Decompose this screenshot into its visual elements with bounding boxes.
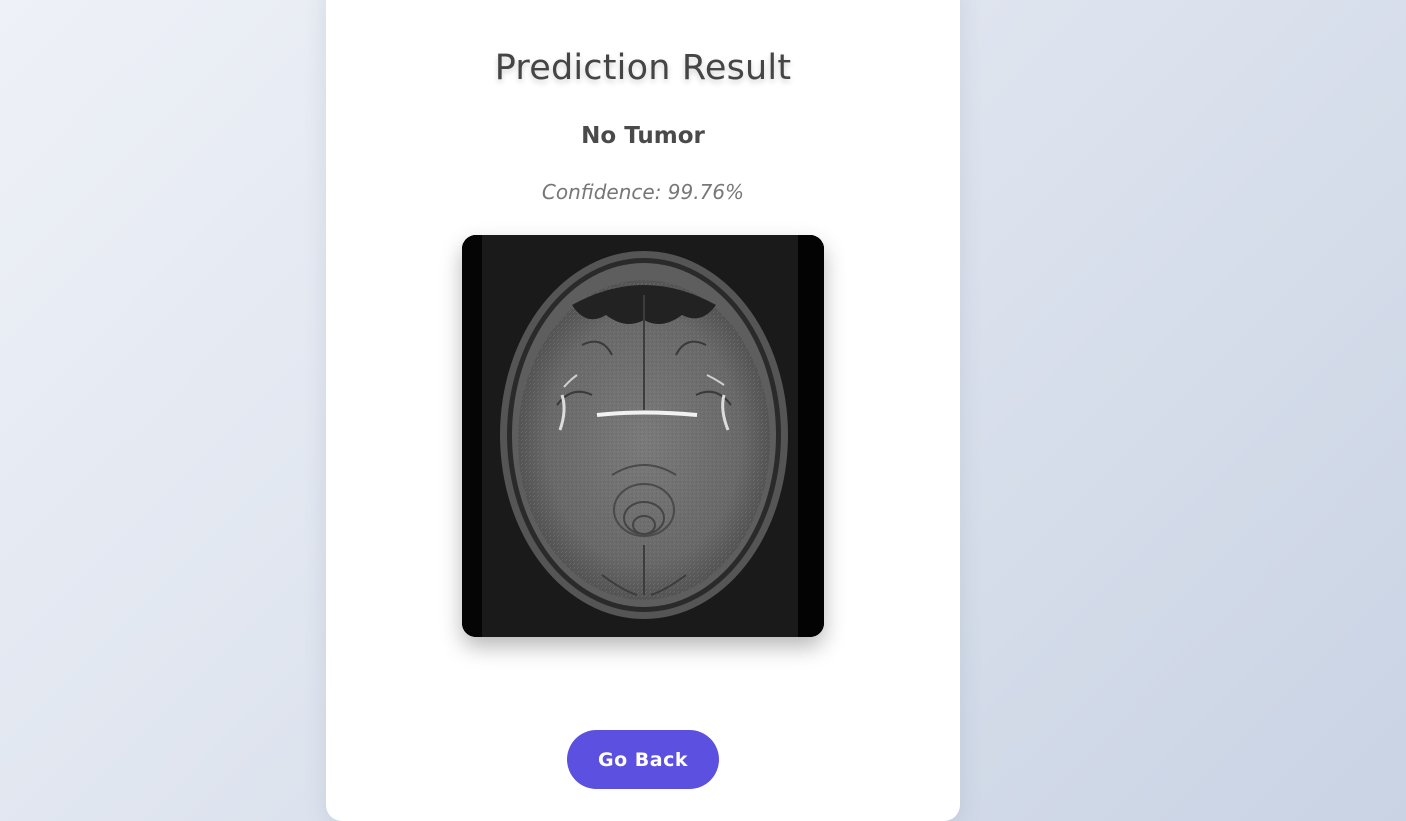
page-title: Prediction Result	[494, 48, 792, 88]
prediction-label: No Tumor	[581, 123, 705, 149]
confidence-text: Confidence: 99.76%	[541, 180, 745, 204]
result-card: Prediction Result No Tumor Confidence: 9…	[326, 0, 960, 821]
mri-scan-image	[462, 235, 824, 637]
go-back-button[interactable]: Go Back	[567, 730, 719, 789]
